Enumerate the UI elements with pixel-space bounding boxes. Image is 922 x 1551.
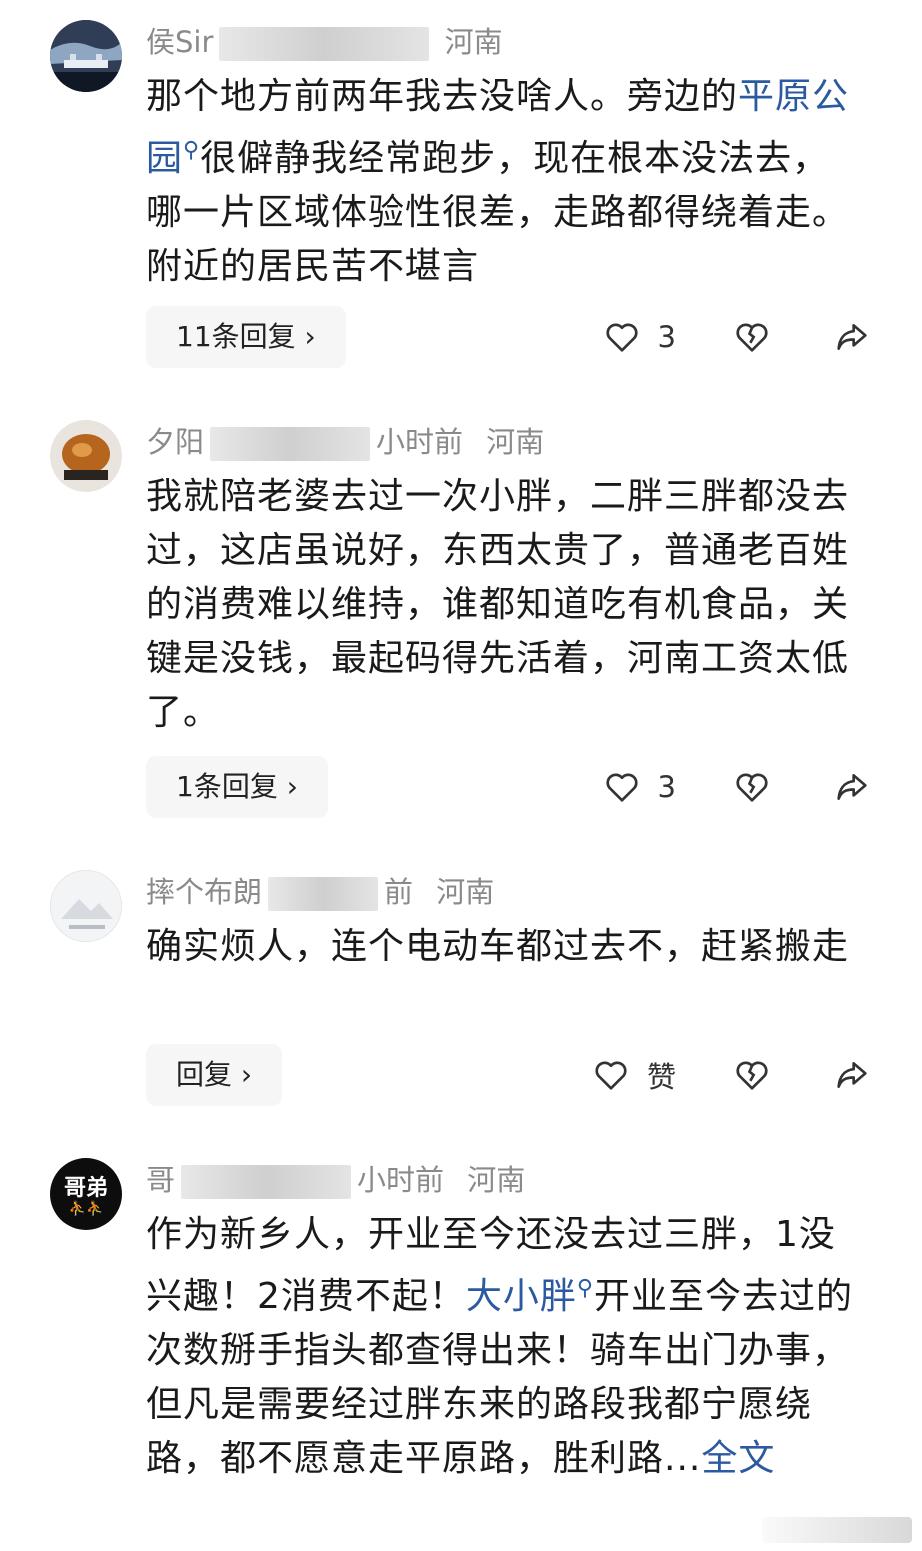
share-arrow-icon	[837, 1062, 867, 1088]
people-icon: ⛹⛹	[68, 1201, 104, 1217]
comment-actions: 赞	[551, 1044, 872, 1106]
timestamp: 前	[384, 875, 414, 909]
heart-outline-icon	[606, 323, 638, 352]
dislike-button[interactable]	[732, 767, 772, 807]
comment-actions: 3	[562, 756, 872, 818]
author-name[interactable]: 哥	[146, 1163, 175, 1197]
share-arrow-icon	[837, 324, 867, 350]
comment-text: 那个地方前两年我去没啥人。旁边的平原公园⚲很僻静我经常跑步，现在根本没法去，哪一…	[146, 70, 866, 294]
timestamp: 小时前	[376, 425, 464, 459]
location-label: 河南	[467, 1163, 526, 1197]
author-name[interactable]: 侯Sir	[146, 25, 213, 59]
text-segment: 很僻静我经常跑步，现在根本没法去，哪一片区域体验性很差，走路都得绕着走。附近的居…	[146, 138, 850, 287]
comment-text: 作为新乡人，开业至今还没去过三胖，1没兴趣！2消费不起！大小胖⚲开业至今去过的次…	[146, 1208, 866, 1486]
comment-meta: 夕阳 小时前 河南	[146, 422, 544, 462]
location-label: 河南	[486, 425, 545, 459]
like-label: 赞	[646, 1060, 676, 1094]
redacted-area	[210, 427, 371, 461]
avatar[interactable]	[50, 20, 122, 92]
location-label: 河南	[444, 25, 503, 59]
heart-outline-icon	[606, 773, 638, 802]
like-button[interactable]: 3	[602, 317, 676, 357]
text-segment: 我就陪老婆去过一次小胖，二胖三胖都没去过，这店虽说好，东西太贵了，普通老百姓的消…	[146, 476, 850, 733]
comment-text: 确实烦人，连个电动车都过去不，赶紧搬走	[146, 920, 866, 974]
avatar[interactable]	[50, 420, 122, 492]
location-label: 河南	[436, 875, 495, 909]
search-icon[interactable]: ⚲	[183, 138, 200, 163]
share-button[interactable]	[832, 317, 872, 357]
replies-label: 1条回复	[176, 770, 278, 803]
like-count: 3	[657, 320, 676, 354]
chevron-right-icon: ›	[304, 320, 316, 353]
comment-actions: 3	[562, 306, 872, 368]
comment-text: 我就陪老婆去过一次小胖，二胖三胖都没去过，这店虽说好，东西太贵了，普通老百姓的消…	[146, 470, 866, 740]
redacted-area	[219, 27, 430, 61]
reply-label: 回复	[176, 1058, 233, 1091]
heart-outline-icon	[595, 1061, 627, 1090]
text-segment: 那个地方前两年我去没啥人。旁边的	[146, 76, 739, 117]
share-arrow-icon	[837, 774, 867, 800]
broken-heart-icon	[736, 1061, 768, 1090]
share-button[interactable]	[832, 767, 872, 807]
broken-heart-icon	[736, 323, 768, 352]
read-more-link[interactable]: 全文	[701, 1438, 775, 1479]
replies-label: 11条回复	[176, 320, 296, 353]
comment-meta: 哥 小时前 河南	[146, 1160, 525, 1200]
chevron-right-icon: ›	[240, 1058, 253, 1091]
redacted-area	[268, 877, 379, 911]
like-button[interactable]: 赞	[591, 1054, 676, 1096]
dislike-button[interactable]	[732, 317, 772, 357]
replies-button[interactable]: 1条回复 ›	[146, 756, 328, 818]
text-segment: 确实烦人，连个电动车都过去不，赶紧搬走	[146, 926, 850, 967]
topic-link[interactable]: 大小胖	[466, 1276, 577, 1317]
comment-meta: 摔个布朗 前 河南	[146, 872, 494, 912]
timestamp: 小时前	[357, 1163, 445, 1197]
share-button[interactable]	[832, 1055, 872, 1095]
avatar[interactable]: 哥弟 ⛹⛹	[50, 1158, 122, 1230]
like-button[interactable]: 3	[602, 767, 676, 807]
search-icon[interactable]: ⚲	[577, 1276, 594, 1301]
author-name[interactable]: 夕阳	[146, 425, 204, 459]
chevron-right-icon: ›	[286, 770, 298, 803]
redacted-area	[181, 1165, 352, 1199]
replies-button[interactable]: 11条回复 ›	[146, 306, 346, 368]
author-name[interactable]: 摔个布朗	[146, 875, 262, 909]
watermark	[762, 1517, 912, 1543]
reply-button[interactable]: 回复 ›	[146, 1044, 283, 1106]
avatar[interactable]	[50, 870, 122, 942]
dislike-button[interactable]	[732, 1055, 772, 1095]
avatar-text: 哥弟	[63, 1176, 108, 1201]
comment-meta: 侯Sir 河南	[146, 22, 503, 62]
like-count: 3	[657, 770, 676, 804]
broken-heart-icon	[736, 773, 768, 802]
